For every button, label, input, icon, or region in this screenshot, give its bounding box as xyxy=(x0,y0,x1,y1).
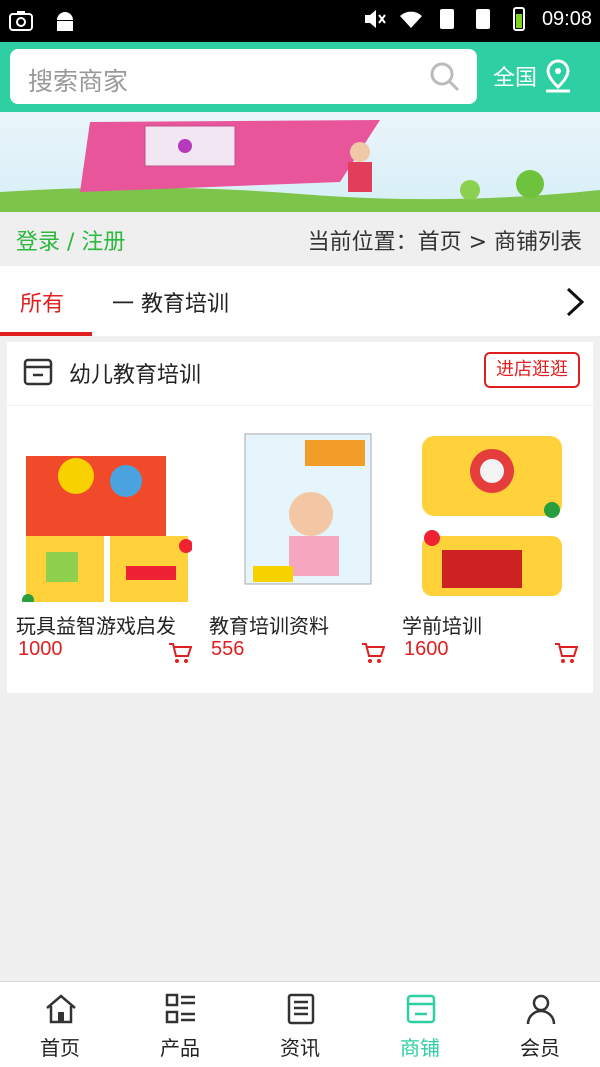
shop-name: 幼儿教育培训 xyxy=(69,363,202,388)
nav-shops-label: 商铺 xyxy=(400,1036,440,1060)
bottom-nav: 首页 产品 资讯 商铺 会员 xyxy=(0,981,600,1067)
nav-member-label: 会员 xyxy=(520,1036,560,1060)
breadcrumb-bar: 登录 / 注册 当前位置：首页 > 商铺列表 xyxy=(0,212,600,266)
clock: 09:08 xyxy=(541,7,592,30)
sim2-icon xyxy=(475,9,490,29)
home-icon xyxy=(46,994,76,1024)
product-image[interactable] xyxy=(16,426,192,602)
banner-image xyxy=(0,112,600,212)
product-price: 1000 xyxy=(18,638,63,660)
product-image[interactable] xyxy=(209,426,385,602)
nav-shops[interactable]: 商铺 xyxy=(360,982,480,1067)
login-register-link[interactable]: 登录 / 注册 xyxy=(16,224,125,256)
breadcrumb: 当前位置：首页 > 商铺列表 xyxy=(307,230,582,255)
search-placeholder: 搜索商家 xyxy=(28,67,129,96)
nav-products-label: 产品 xyxy=(160,1036,200,1060)
nav-news[interactable]: 资讯 xyxy=(240,982,360,1067)
product-name[interactable]: 玩具益智游戏启发 xyxy=(16,610,176,639)
region-selector[interactable]: 全国 xyxy=(493,59,573,93)
active-tab-indicator xyxy=(0,332,92,336)
nav-home-label: 首页 xyxy=(40,1036,80,1060)
storefront-icon xyxy=(23,358,53,386)
location-pin-icon xyxy=(546,59,571,93)
screenshot-icon xyxy=(9,11,33,31)
mute-icon xyxy=(364,10,386,28)
tab-all[interactable]: 所有 xyxy=(0,266,92,336)
cart-icon[interactable] xyxy=(554,642,578,664)
shop-header: 幼儿教育培训 进店逛逛 xyxy=(7,342,593,406)
region-label: 全国 xyxy=(493,66,538,91)
search-icon[interactable] xyxy=(429,61,461,93)
nav-news-label: 资讯 xyxy=(280,1036,320,1060)
shop-card: 幼儿教育培训 进店逛逛 玩具益智游戏启发 1000 教育培训资料 556 学前培… xyxy=(7,342,593,693)
wifi-icon xyxy=(399,11,422,28)
chevron-right-icon[interactable] xyxy=(564,286,586,318)
search-input[interactable]: 搜索商家 xyxy=(10,49,477,104)
visit-shop-button[interactable]: 进店逛逛 xyxy=(484,352,580,388)
product-item[interactable]: 玩具益智游戏启发 1000 xyxy=(16,426,200,663)
top-bar: 搜索商家 全国 xyxy=(0,42,600,112)
product-image[interactable] xyxy=(402,426,578,602)
product-name[interactable]: 教育培训资料 xyxy=(209,610,329,639)
cart-icon[interactable] xyxy=(361,642,385,664)
product-name[interactable]: 学前培训 xyxy=(402,610,482,639)
status-bar: 09:08 xyxy=(0,0,600,42)
product-price: 556 xyxy=(211,638,245,660)
android-icon xyxy=(57,12,73,31)
category-tabs: 所有 一 教育培训 xyxy=(0,266,600,336)
nav-home[interactable]: 首页 xyxy=(0,982,120,1067)
product-price: 1600 xyxy=(404,638,449,660)
product-item[interactable]: 学前培训 1600 xyxy=(402,426,586,663)
tab-education-training[interactable]: 一 教育培训 xyxy=(112,286,229,318)
list-icon xyxy=(165,993,195,1024)
news-icon xyxy=(287,993,315,1025)
product-item[interactable]: 教育培训资料 556 xyxy=(209,426,393,663)
nav-member[interactable]: 会员 xyxy=(480,982,600,1067)
shop-icon xyxy=(406,994,436,1024)
battery-icon xyxy=(512,7,525,31)
nav-products[interactable]: 产品 xyxy=(120,982,240,1067)
sim1-icon xyxy=(439,9,454,29)
tab-all-label: 所有 xyxy=(20,292,65,317)
user-icon xyxy=(526,994,556,1025)
cart-icon[interactable] xyxy=(168,642,192,664)
